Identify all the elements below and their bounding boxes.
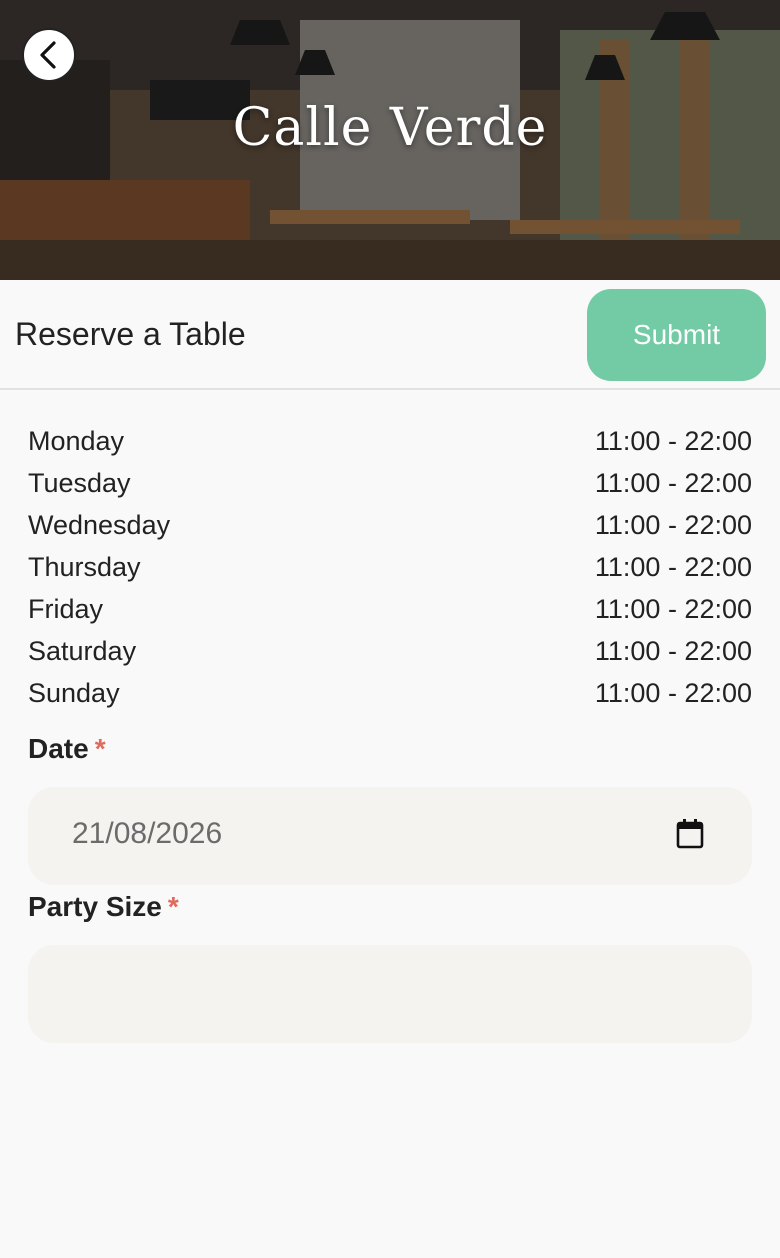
- hours-row: Wednesday 11:00 - 22:00: [28, 504, 752, 546]
- required-marker: *: [167, 891, 179, 922]
- reservation-toolbar: Reserve a Table Submit: [0, 280, 780, 390]
- party-size-label-text: Party Size: [28, 891, 162, 922]
- page-title: Reserve a Table: [15, 316, 246, 352]
- time-range: 11:00 - 22:00: [594, 636, 752, 666]
- day-label: Thursday: [28, 552, 141, 582]
- time-range: 11:00 - 22:00: [594, 552, 752, 582]
- day-label: Tuesday: [28, 468, 131, 498]
- hours-row: Saturday 11:00 - 22:00: [28, 630, 752, 672]
- day-label: Sunday: [28, 678, 120, 708]
- submit-button[interactable]: Submit: [587, 289, 766, 381]
- required-marker: *: [94, 733, 106, 764]
- hours-row: Monday 11:00 - 22:00: [28, 420, 752, 462]
- time-range: 11:00 - 22:00: [594, 594, 752, 624]
- day-label: Friday: [28, 594, 104, 624]
- time-range: 11:00 - 22:00: [594, 678, 752, 708]
- time-range: 11:00 - 22:00: [594, 510, 752, 540]
- hero-banner: Calle Verde: [0, 0, 780, 280]
- party-size-label: Party Size *: [28, 891, 179, 923]
- hours-row: Sunday 11:00 - 22:00: [28, 672, 752, 714]
- day-label: Wednesday: [28, 510, 171, 540]
- chevron-left-icon: [40, 41, 56, 69]
- hours-row: Friday 11:00 - 22:00: [28, 588, 752, 630]
- calendar-icon[interactable]: [676, 819, 704, 849]
- date-value[interactable]: 21/08/2026: [72, 817, 222, 851]
- time-range: 11:00 - 22:00: [594, 426, 752, 456]
- date-label-text: Date: [28, 733, 89, 764]
- day-label: Saturday: [28, 636, 137, 666]
- hours-row: Tuesday 11:00 - 22:00: [28, 462, 752, 504]
- hours-row: Thursday 11:00 - 22:00: [28, 546, 752, 588]
- party-size-field[interactable]: [28, 945, 752, 1043]
- back-button[interactable]: [22, 28, 76, 82]
- restaurant-name: Calle Verde: [232, 98, 548, 158]
- opening-hours-list: Monday 11:00 - 22:00 Tuesday 11:00 - 22:…: [28, 420, 752, 714]
- date-field[interactable]: 21/08/2026: [28, 787, 752, 885]
- day-label: Monday: [28, 426, 125, 456]
- time-range: 11:00 - 22:00: [594, 468, 752, 498]
- date-label: Date *: [28, 733, 106, 765]
